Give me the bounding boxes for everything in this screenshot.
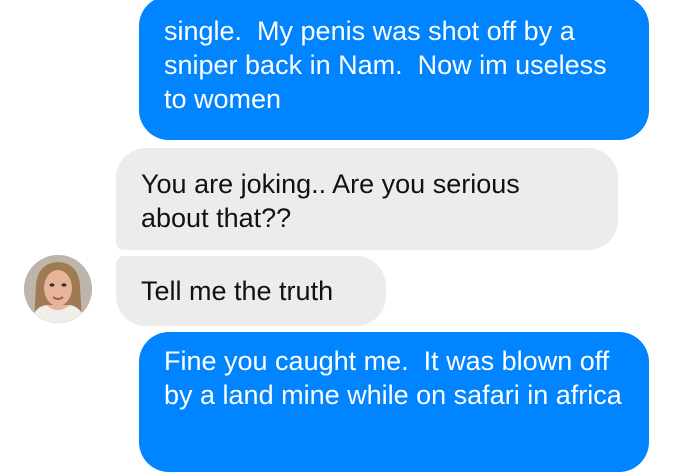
outgoing-message-bubble[interactable]: Fine you caught me. It was blown off by … [139,332,649,472]
profile-photo-icon [24,255,92,323]
incoming-message-bubble[interactable]: Tell me the truth [116,256,386,326]
outgoing-message-bubble[interactable]: single. My penis was shot off by a snipe… [139,0,649,140]
message-thread: single. My penis was shot off by a snipe… [0,0,700,476]
contact-avatar[interactable] [24,255,92,323]
message-text: Tell me the truth [141,276,334,306]
incoming-message-bubble[interactable]: You are joking.. Are you serious about t… [116,148,618,250]
message-text: You are joking.. Are you serious about t… [141,169,528,233]
message-text: single. My penis was shot off by a snipe… [164,16,615,114]
message-text: Fine you caught me. It was blown off by … [164,346,622,410]
